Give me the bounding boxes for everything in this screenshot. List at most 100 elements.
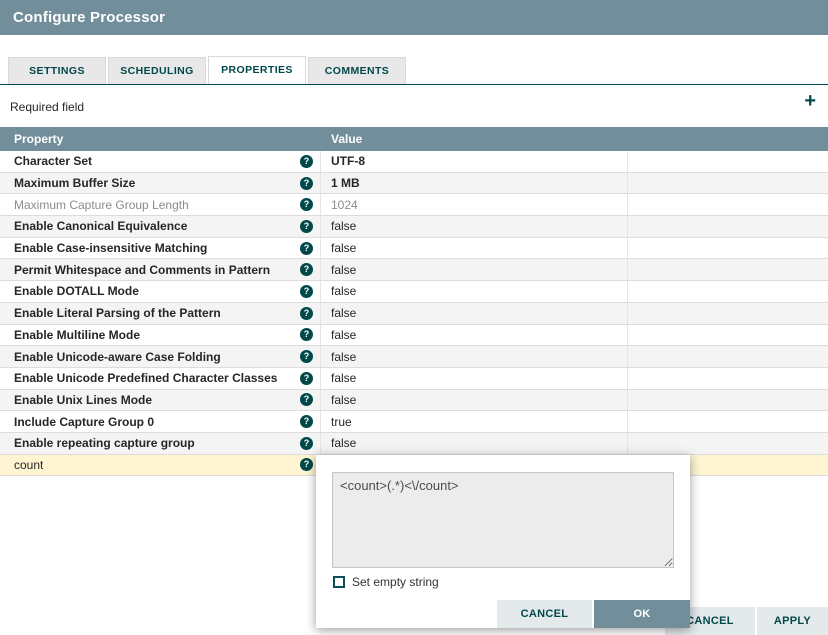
table-row[interactable]: Enable Literal Parsing of the Pattern?fa… [0, 303, 828, 325]
property-value[interactable]: true [321, 411, 628, 432]
set-empty-string-row: Set empty string [333, 575, 439, 589]
property-name: Enable repeating capture group [14, 436, 195, 450]
property-value[interactable]: false [321, 433, 628, 454]
add-property-icon[interactable]: + [804, 91, 816, 111]
property-value[interactable]: false [321, 325, 628, 346]
table-row[interactable]: Enable DOTALL Mode? false [0, 281, 828, 303]
row-extra-cell [628, 281, 828, 302]
tab-properties[interactable]: PROPERTIES [208, 56, 306, 84]
table-row[interactable]: Enable Unicode-aware Case Folding?false [0, 346, 828, 368]
table-row[interactable]: Maximum Capture Group Length?1024 [0, 194, 828, 216]
row-extra-cell [628, 216, 828, 237]
table-row[interactable]: Enable Canonical Equivalence?false [0, 216, 828, 238]
table-row[interactable]: Character Set? UTF-8 [0, 151, 828, 173]
dialog-title: Configure Processor [13, 9, 165, 26]
editor-ok-button[interactable]: OK [594, 600, 690, 628]
property-name: Maximum Buffer Size [14, 176, 135, 190]
dialog-header: Configure Processor [0, 0, 828, 35]
help-icon[interactable]: ? [300, 198, 313, 211]
editor-buttons: CANCEL OK [497, 600, 690, 628]
editor-cancel-button[interactable]: CANCEL [497, 600, 592, 628]
property-value[interactable]: false [321, 303, 628, 324]
property-cell: Enable Case-insensitive Matching? [0, 238, 321, 259]
help-icon[interactable]: ? [300, 372, 313, 385]
table-row[interactable]: Enable Unix Lines Mode?false [0, 390, 828, 412]
help-icon[interactable]: ? [300, 458, 313, 471]
table-row[interactable]: Permit Whitespace and Comments in Patter… [0, 259, 828, 281]
property-value[interactable]: false [321, 281, 628, 302]
apply-button[interactable]: APPLY [757, 607, 828, 635]
property-cell: Enable Canonical Equivalence? [0, 216, 321, 237]
row-extra-cell [628, 390, 828, 411]
property-name: Enable Literal Parsing of the Pattern [14, 306, 221, 320]
properties-toolbar: Required field + [0, 85, 828, 127]
property-name: Maximum Capture Group Length [14, 198, 189, 212]
row-extra-cell [628, 173, 828, 194]
help-icon[interactable]: ? [300, 307, 313, 320]
property-name: Enable Canonical Equivalence [14, 219, 187, 233]
row-extra-cell [628, 194, 828, 215]
column-header-property: Property [0, 127, 321, 151]
help-icon[interactable]: ? [300, 350, 313, 363]
help-icon[interactable]: ? [300, 285, 313, 298]
property-name: Character Set [14, 154, 92, 168]
row-extra-cell [628, 368, 828, 389]
help-icon[interactable]: ? [300, 177, 313, 190]
tab-settings[interactable]: SETTINGS [8, 57, 106, 84]
tab-comments[interactable]: COMMENTS [308, 57, 406, 84]
required-field-label: Required field [10, 100, 84, 114]
row-extra-cell [628, 411, 828, 432]
property-cell: Enable Literal Parsing of the Pattern? [0, 303, 321, 324]
row-extra-cell [628, 259, 828, 280]
property-cell: Permit Whitespace and Comments in Patter… [0, 259, 321, 280]
property-value[interactable]: 1024 [321, 194, 628, 215]
property-name: count [14, 458, 43, 472]
property-value[interactable]: false [321, 216, 628, 237]
help-icon[interactable]: ? [300, 155, 313, 168]
set-empty-string-checkbox[interactable] [333, 576, 345, 588]
property-cell: Enable Unicode Predefined Character Clas… [0, 368, 321, 389]
column-header-extra [628, 127, 828, 151]
property-name: Enable Unix Lines Mode [14, 393, 152, 407]
property-cell: Enable Unicode-aware Case Folding? [0, 346, 321, 367]
row-extra-cell [628, 433, 828, 454]
help-icon[interactable]: ? [300, 263, 313, 276]
property-cell: Maximum Capture Group Length? [0, 194, 321, 215]
property-value[interactable]: 1 MB [321, 173, 628, 194]
property-value[interactable]: false [321, 238, 628, 259]
property-cell: Enable Multiline Mode? [0, 325, 321, 346]
help-icon[interactable]: ? [300, 328, 313, 341]
value-editor-popup: <count>(.*)<\/count> Set empty string CA… [316, 455, 690, 628]
table-row[interactable]: Enable Case-insensitive Matching?false [0, 238, 828, 260]
table-row[interactable]: Maximum Buffer Size?1 MB [0, 173, 828, 195]
row-extra-cell [628, 303, 828, 324]
property-cell: Enable Unix Lines Mode? [0, 390, 321, 411]
property-value[interactable]: false [321, 259, 628, 280]
table-row[interactable]: Enable Multiline Mode?false [0, 325, 828, 347]
property-name: Enable DOTALL Mode [14, 284, 139, 298]
property-value[interactable]: false [321, 390, 628, 411]
help-icon[interactable]: ? [300, 220, 313, 233]
tab-bar: SETTINGSSCHEDULINGPROPERTIESCOMMENTS [0, 57, 828, 85]
help-icon[interactable]: ? [300, 393, 313, 406]
row-extra-cell [628, 346, 828, 367]
property-name: Enable Case-insensitive Matching [14, 241, 207, 255]
tab-scheduling[interactable]: SCHEDULING [108, 57, 206, 84]
property-name: Enable Multiline Mode [14, 328, 140, 342]
row-extra-cell [628, 325, 828, 346]
value-editor-textarea[interactable]: <count>(.*)<\/count> [332, 472, 674, 568]
table-row[interactable]: Enable Unicode Predefined Character Clas… [0, 368, 828, 390]
help-icon[interactable]: ? [300, 415, 313, 428]
table-row[interactable]: Include Capture Group 0?true [0, 411, 828, 433]
property-value[interactable]: false [321, 346, 628, 367]
set-empty-string-label: Set empty string [352, 575, 439, 589]
property-value[interactable]: false [321, 368, 628, 389]
row-extra-cell [628, 238, 828, 259]
table-row[interactable]: Enable repeating capture group?false [0, 433, 828, 455]
help-icon[interactable]: ? [300, 437, 313, 450]
property-value[interactable]: UTF-8 [321, 151, 628, 172]
property-cell: Enable repeating capture group? [0, 433, 321, 454]
property-cell: Include Capture Group 0? [0, 411, 321, 432]
help-icon[interactable]: ? [300, 242, 313, 255]
property-cell: Maximum Buffer Size? [0, 173, 321, 194]
